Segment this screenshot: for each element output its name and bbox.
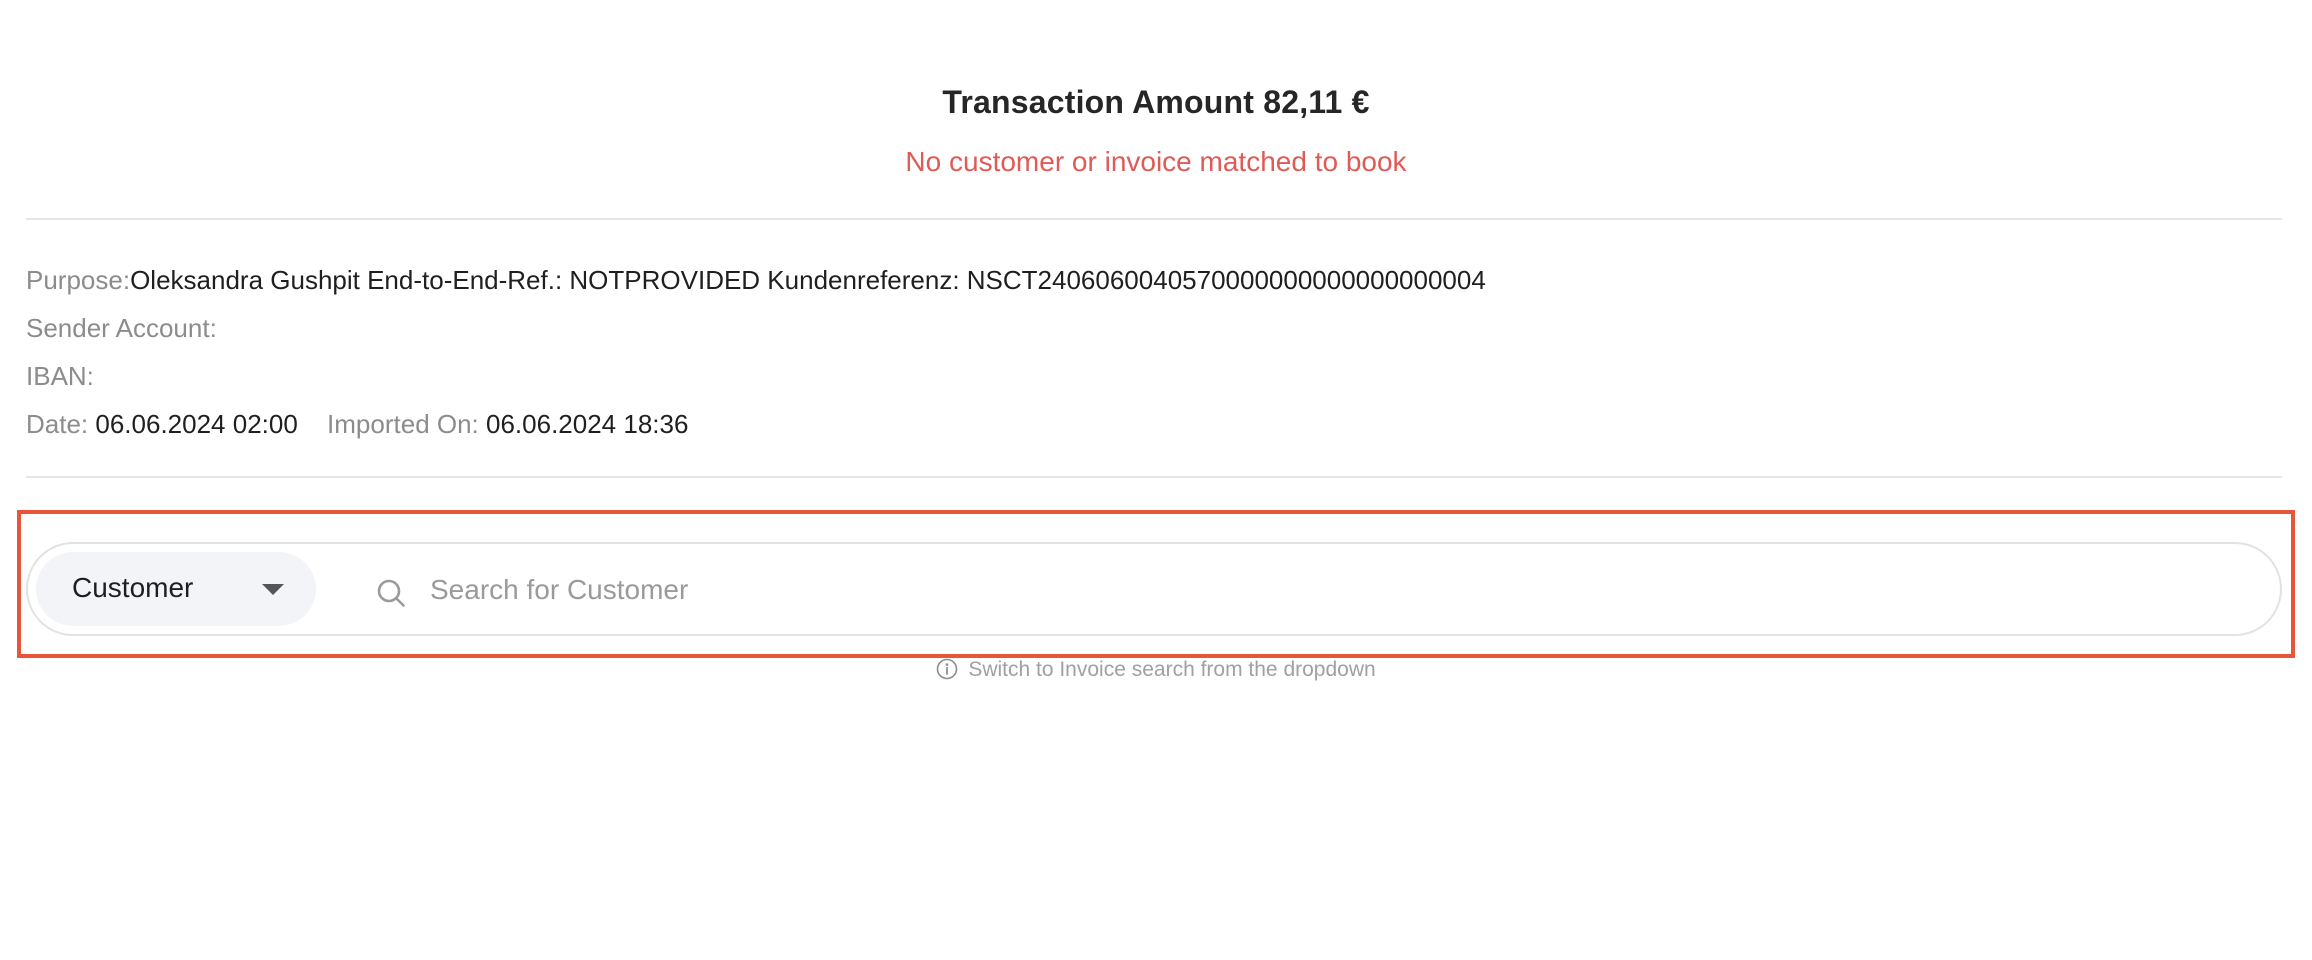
- imported-on-value: 06.06.2024 18:36: [486, 409, 689, 439]
- purpose-label: Purpose:: [26, 265, 131, 295]
- iban-row: IBAN:: [26, 352, 1486, 400]
- purpose-row: Purpose:Oleksandra Gushpit End-to-End-Re…: [26, 256, 1486, 304]
- date-label: Date:: [26, 409, 89, 439]
- sender-account-row: Sender Account:: [26, 304, 1486, 352]
- customer-search-input[interactable]: [428, 558, 2232, 622]
- search-bar: Customer: [26, 542, 2282, 636]
- iban-label: IBAN:: [26, 361, 94, 391]
- sender-account-label: Sender Account:: [26, 313, 217, 343]
- transaction-details: Purpose:Oleksandra Gushpit End-to-End-Re…: [26, 256, 1486, 448]
- info-icon: [937, 658, 958, 680]
- search-icon: [377, 579, 405, 607]
- transaction-booking-panel: Transaction Amount 82,11 € No customer o…: [0, 0, 2312, 960]
- transaction-amount: Transaction Amount 82,11 €: [942, 84, 1370, 120]
- divider-bottom: [26, 476, 2282, 478]
- match-status-message: No customer or invoice matched to book: [905, 146, 1407, 177]
- purpose-value: Oleksandra Gushpit End-to-End-Ref.: NOTP…: [130, 265, 1486, 295]
- search-hint: Switch to Invoice search from the dropdo…: [0, 658, 2312, 682]
- search-hint-text: Switch to Invoice search from the dropdo…: [968, 658, 1376, 681]
- search-type-selected: Customer: [72, 572, 194, 603]
- dates-row: Date: 06.06.2024 02:00 Imported On: 06.0…: [26, 400, 1486, 448]
- imported-on-label: Imported On:: [327, 409, 479, 439]
- search-type-dropdown[interactable]: Customer: [36, 552, 316, 626]
- chevron-down-icon: [262, 584, 284, 595]
- date-value: 06.06.2024 02:00: [95, 409, 298, 439]
- divider-top: [26, 218, 2282, 220]
